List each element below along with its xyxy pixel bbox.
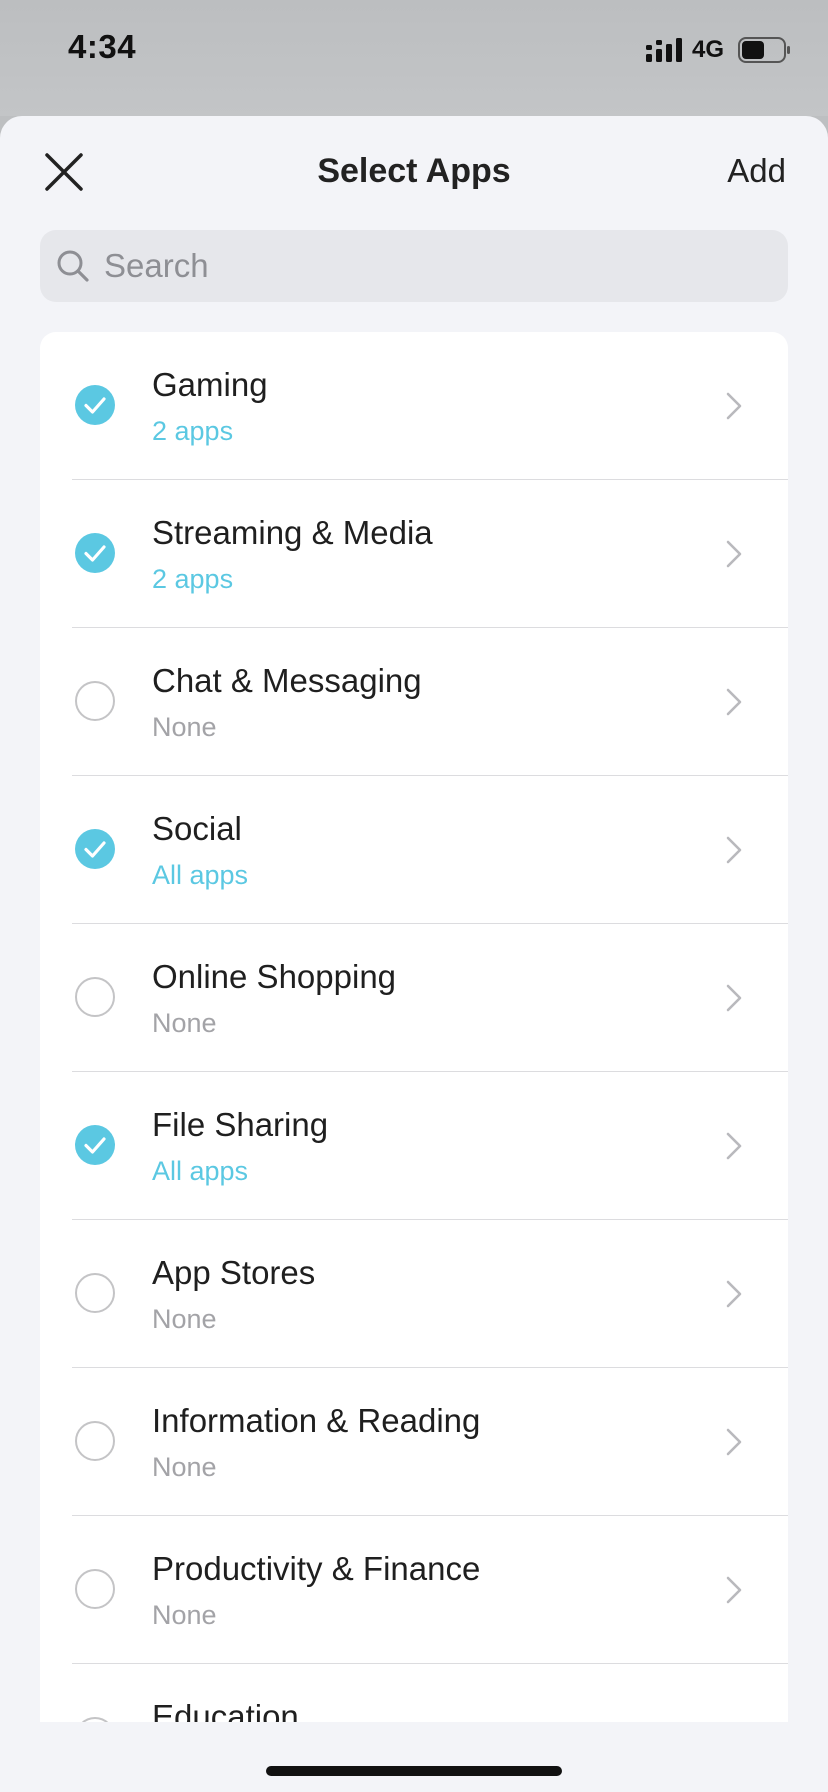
category-name: Productivity & Finance	[152, 1550, 481, 1587]
page-title: Select Apps	[317, 152, 511, 190]
select-apps-sheet: Select Apps Add Gaming2 appsStreaming & …	[0, 116, 828, 1792]
chevron-right-icon	[726, 836, 742, 864]
chevron-right-icon	[726, 1576, 742, 1604]
checkmark-circle-icon[interactable]	[75, 829, 115, 869]
category-row[interactable]: Information & Reading None	[40, 1368, 788, 1516]
bottom-area	[0, 1722, 828, 1792]
category-app-count: All apps	[152, 860, 249, 890]
network-type: 4G	[691, 36, 724, 63]
empty-circle-icon[interactable]	[75, 1273, 115, 1313]
category-app-count: None	[152, 1008, 217, 1038]
category-app-count: All apps	[152, 1156, 249, 1186]
chevron-right-icon	[726, 984, 742, 1012]
home-indicator[interactable]	[266, 1766, 562, 1776]
empty-circle-icon[interactable]	[75, 977, 115, 1017]
empty-circle-icon[interactable]	[75, 681, 115, 721]
category-name: File Sharing	[152, 1106, 329, 1143]
category-name: App Stores	[152, 1254, 316, 1291]
category-name: Chat & Messaging	[152, 662, 422, 699]
chevron-right-icon	[726, 688, 742, 716]
empty-circle-icon[interactable]	[75, 1421, 115, 1461]
checkmark-circle-icon[interactable]	[75, 533, 115, 573]
category-app-count: None	[152, 1452, 217, 1482]
category-name: Gaming	[152, 366, 268, 403]
search-bar[interactable]	[40, 230, 788, 302]
add-button[interactable]: Add	[727, 152, 786, 190]
empty-circle-icon[interactable]	[75, 1569, 115, 1609]
category-row[interactable]: Productivity & Finance None	[40, 1516, 788, 1664]
chevron-right-icon	[726, 540, 742, 568]
status-indicators: 4G	[645, 36, 792, 64]
category-name: Information & Reading	[152, 1402, 481, 1439]
search-input[interactable]	[102, 246, 766, 286]
chevron-right-icon	[726, 1428, 742, 1456]
category-name: Online Shopping	[152, 958, 397, 995]
sheet-header: Select Apps Add	[0, 116, 828, 228]
checkmark-circle-icon[interactable]	[75, 1125, 115, 1165]
category-app-count: None	[152, 712, 217, 742]
status-time: 4:34	[68, 28, 137, 65]
chevron-right-icon	[726, 1280, 742, 1308]
category-name: Streaming & Media	[152, 514, 433, 551]
search-icon	[57, 250, 89, 282]
category-row[interactable]: Chat & Messaging None	[40, 628, 788, 776]
category-list: Gaming 2 apps Streaming & Media 2 apps Chat …	[40, 332, 788, 1792]
category-row[interactable]: Streaming & Media 2 apps	[40, 480, 788, 628]
category-app-count: None	[152, 1304, 217, 1334]
category-row[interactable]: Social All apps	[40, 776, 788, 924]
category-app-count: 2 apps	[152, 564, 234, 594]
category-row[interactable]: Online Shopping None	[40, 924, 788, 1072]
category-app-count: None	[152, 1600, 217, 1630]
chevron-right-icon	[726, 392, 742, 420]
category-app-count: 2 apps	[152, 416, 234, 446]
chevron-right-icon	[726, 1132, 742, 1160]
category-row[interactable]: Gaming 2 apps	[40, 332, 788, 480]
battery-icon	[738, 37, 790, 63]
status-bar: 4:34 4G	[0, 0, 828, 116]
category-row[interactable]: App Stores None	[40, 1220, 788, 1368]
category-row[interactable]: File Sharing All apps	[40, 1072, 788, 1220]
cellular-signal-icon	[645, 38, 682, 62]
category-name: Social	[152, 810, 242, 847]
checkmark-circle-icon[interactable]	[75, 385, 115, 425]
